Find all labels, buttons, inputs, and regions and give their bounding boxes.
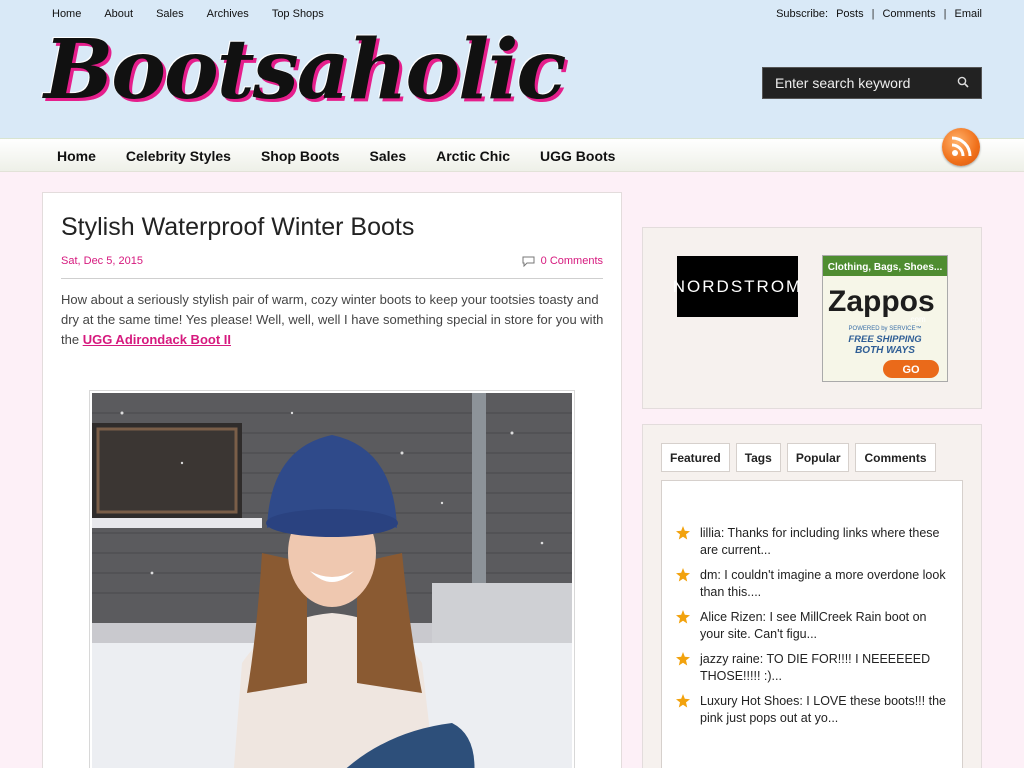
- zappos-logo-icon: Clothing, Bags, Shoes... Zappos .com POW…: [823, 256, 947, 381]
- rss-glyph-icon: [951, 136, 972, 157]
- list-item[interactable]: Alice Rizen: I see MillCreek Rain boot o…: [676, 609, 946, 643]
- post-excerpt: How about a seriously stylish pair of wa…: [61, 290, 606, 350]
- nordstrom-ad[interactable]: NORDSTROM: [673, 256, 800, 317]
- tab-comments[interactable]: Comments: [855, 443, 936, 472]
- subscribe-email-link[interactable]: Email: [954, 8, 982, 20]
- site-header: Home About Sales Archives Top Shops Subs…: [0, 0, 1024, 138]
- tab-tags[interactable]: Tags: [735, 443, 781, 472]
- zappos-com-text: .com: [908, 315, 926, 324]
- search-box: [762, 67, 982, 99]
- tab-popular[interactable]: Popular: [786, 443, 850, 472]
- comment-bubble-icon: [522, 256, 535, 267]
- main-nav-arctic-chic[interactable]: Arctic Chic: [421, 139, 525, 164]
- top-nav-top-shops[interactable]: Top Shops: [272, 8, 324, 20]
- zappos-shipping-text-1: FREE SHIPPING: [848, 334, 922, 345]
- subscribe-posts-link[interactable]: Posts: [836, 8, 864, 20]
- zappos-brand-text: Zappos: [828, 285, 935, 318]
- post-comments-count[interactable]: 0 Comments: [541, 255, 603, 267]
- star-icon: [676, 568, 690, 582]
- zappos-ad[interactable]: Clothing, Bags, Shoes... Zappos .com POW…: [822, 255, 948, 382]
- main-nav: Home Celebrity Styles Shop Boots Sales A…: [0, 138, 1024, 172]
- subscribe-separator: |: [943, 8, 947, 20]
- tabbed-widget: Featured Tags Popular Comments lillia: T…: [642, 424, 982, 768]
- zappos-top-text: Clothing, Bags, Shoes...: [828, 262, 943, 273]
- search-icon[interactable]: [957, 76, 969, 88]
- list-item[interactable]: Luxury Hot Shoes: I LOVE these boots!!! …: [676, 693, 946, 727]
- main-nav-celebrity-styles[interactable]: Celebrity Styles: [111, 139, 246, 164]
- star-icon: [676, 526, 690, 540]
- comment-snippet[interactable]: Alice Rizen: I see MillCreek Rain boot o…: [700, 609, 946, 643]
- top-nav-archives[interactable]: Archives: [207, 8, 249, 20]
- subscribe-separator: |: [871, 8, 875, 20]
- main-nav-home[interactable]: Home: [42, 139, 111, 164]
- comment-snippet[interactable]: lillia: Thanks for including links where…: [700, 525, 946, 559]
- post-comments-link[interactable]: 0 Comments: [522, 255, 603, 267]
- product-link[interactable]: UGG Adirondack Boot II: [83, 332, 231, 347]
- subscribe-bar: Subscribe: Posts | Comments | Email: [776, 8, 982, 20]
- zappos-tagline-text: POWERED by SERVICE™: [849, 325, 922, 332]
- rss-icon[interactable]: [942, 128, 980, 166]
- list-item[interactable]: dm: I couldn't imagine a more overdone l…: [676, 567, 946, 601]
- site-logo[interactable]: Bootsaholic: [44, 22, 566, 118]
- top-nav: Home About Sales Archives Top Shops: [52, 8, 347, 20]
- sponsor-box: NORDSTROM Clothing, Bags, Shoes... Zappo…: [642, 227, 982, 409]
- main-nav-ugg-boots[interactable]: UGG Boots: [525, 139, 630, 164]
- post-image-frame: [89, 390, 575, 768]
- zappos-go-text: GO: [902, 364, 920, 376]
- comment-snippet[interactable]: dm: I couldn't imagine a more overdone l…: [700, 567, 946, 601]
- recent-comments-list: lillia: Thanks for including links where…: [676, 525, 946, 735]
- tab-panel: lillia: Thanks for including links where…: [661, 480, 963, 768]
- main-nav-sales[interactable]: Sales: [355, 139, 422, 164]
- top-nav-about[interactable]: About: [104, 8, 133, 20]
- main-nav-shop-boots[interactable]: Shop Boots: [246, 139, 355, 164]
- post-divider: [61, 278, 603, 279]
- star-icon: [676, 610, 690, 624]
- post-title[interactable]: Stylish Waterproof Winter Boots: [61, 213, 414, 242]
- tab-featured[interactable]: Featured: [661, 443, 730, 472]
- star-icon: [676, 652, 690, 666]
- star-icon: [676, 694, 690, 708]
- post-date: Sat, Dec 5, 2015: [61, 255, 143, 267]
- post-image[interactable]: [92, 393, 572, 768]
- blog-post: Stylish Waterproof Winter Boots Sat, Dec…: [42, 192, 622, 768]
- comment-snippet[interactable]: jazzy raine: TO DIE FOR!!!! I NEEEEEED T…: [700, 651, 946, 685]
- top-nav-sales[interactable]: Sales: [156, 8, 184, 20]
- list-item[interactable]: jazzy raine: TO DIE FOR!!!! I NEEEEEED T…: [676, 651, 946, 685]
- widget-tabs: Featured Tags Popular Comments: [661, 443, 936, 472]
- comment-snippet[interactable]: Luxury Hot Shoes: I LOVE these boots!!! …: [700, 693, 946, 727]
- top-nav-home[interactable]: Home: [52, 8, 81, 20]
- winter-photo-illustration: [92, 393, 572, 768]
- zappos-shipping-text-2: BOTH WAYS: [855, 345, 915, 356]
- list-item[interactable]: lillia: Thanks for including links where…: [676, 525, 946, 559]
- subscribe-comments-link[interactable]: Comments: [882, 8, 935, 20]
- subscribe-label: Subscribe:: [776, 8, 829, 20]
- search-input[interactable]: [763, 75, 943, 91]
